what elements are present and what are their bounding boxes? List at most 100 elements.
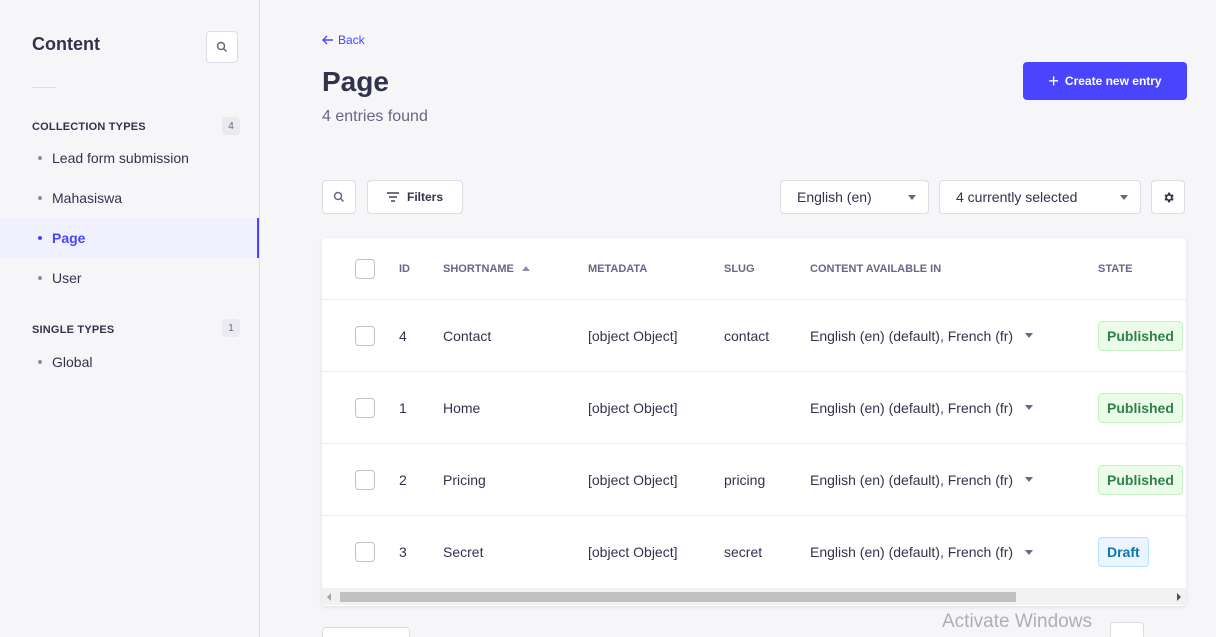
row-checkbox[interactable]	[355, 469, 375, 490]
sidebar-item-label: Lead form submission	[52, 150, 189, 166]
chevron-down-icon	[1025, 405, 1034, 410]
cell-id: 4	[399, 327, 407, 344]
column-header-state: STATE	[1098, 262, 1133, 275]
table-search-button[interactable]	[322, 180, 356, 214]
cell-slug: pricing	[724, 471, 766, 488]
create-button-label: Create new entry	[1064, 74, 1162, 88]
column-header-shortname[interactable]: SHORTNAME	[443, 238, 530, 299]
collection-types-count: 4	[222, 117, 240, 135]
row-checkbox[interactable]	[355, 325, 375, 346]
chevron-down-icon	[1025, 333, 1034, 338]
languages-value: English (en) (default), French (fr)	[810, 471, 1014, 488]
cell-id: 2	[399, 471, 407, 488]
cell-languages-dropdown[interactable]: English (en) (default), French (fr)	[810, 516, 1034, 588]
sidebar-item-page[interactable]: Page	[0, 218, 259, 258]
cell-state: Published	[1098, 444, 1183, 515]
scroll-left-arrow-icon[interactable]	[327, 593, 331, 601]
row-select-cell	[355, 300, 375, 371]
view-settings-button[interactable]	[1151, 180, 1185, 214]
status-badge: Draft	[1098, 537, 1149, 567]
locale-value: English (en)	[797, 189, 872, 205]
shortname-header-label: SHORTNAME	[443, 262, 514, 275]
bullet-icon	[38, 156, 42, 160]
sidebar-item-label: Global	[52, 354, 93, 370]
chevron-down-icon	[1120, 194, 1128, 200]
sidebar-item-label: Mahasiswa	[52, 190, 123, 206]
cell-id: 1	[399, 399, 407, 416]
cell-slug: secret	[724, 544, 763, 560]
pagination-control[interactable]	[1110, 622, 1144, 637]
status-badge: Published	[1098, 392, 1183, 423]
entries-count: 4 entries found	[322, 108, 428, 125]
row-checkbox[interactable]	[355, 397, 375, 418]
status-badge: Published	[1098, 320, 1183, 351]
search-icon	[216, 41, 228, 53]
column-header-metadata[interactable]: METADATA	[588, 238, 647, 299]
scrollbar-thumb[interactable]	[340, 592, 1016, 602]
table-row[interactable]: 3 Secret [object Object] secret English …	[322, 516, 1186, 588]
cell-languages-dropdown[interactable]: English (en) (default), French (fr)	[810, 444, 1034, 515]
columns-value: 4 currently selected	[956, 189, 1078, 205]
horizontal-scrollbar[interactable]	[322, 588, 1186, 605]
cell-metadata: [object Object]	[588, 544, 678, 560]
sidebar-search-button[interactable]	[206, 31, 238, 63]
plus-icon: +	[1048, 71, 1059, 91]
cell-state: Published	[1098, 372, 1183, 443]
row-select-cell	[355, 372, 375, 443]
header-cell-select	[355, 238, 375, 299]
cell-metadata: [object Object]	[588, 399, 678, 416]
locale-select[interactable]: English (en)	[780, 180, 929, 214]
create-new-entry-button[interactable]: + Create new entry	[1023, 62, 1187, 100]
columns-select[interactable]: 4 currently selected	[939, 180, 1141, 214]
arrow-left-icon	[322, 35, 333, 45]
sidebar-item-user[interactable]: User	[0, 258, 259, 298]
cell-metadata: [object Object]	[588, 471, 678, 488]
row-select-cell	[355, 516, 375, 588]
content-sidebar: Content COLLECTION TYPES 4 Lead form sub…	[0, 0, 260, 637]
cell-shortname: Home	[443, 399, 481, 416]
sidebar-title: Content	[32, 34, 100, 54]
cell-metadata: [object Object]	[588, 327, 678, 344]
sidebar-item-label: Page	[52, 230, 86, 246]
languages-value: English (en) (default), French (fr)	[810, 544, 1014, 560]
table-row[interactable]: 1 Home [object Object] English (en) (def…	[322, 372, 1186, 444]
sidebar-item-lead-form-submission[interactable]: Lead form submission	[0, 138, 259, 178]
search-icon	[333, 191, 345, 203]
back-link[interactable]: Back	[322, 33, 365, 47]
cell-shortname: Secret	[443, 544, 484, 560]
page-size-select[interactable]	[322, 627, 410, 637]
cell-languages-dropdown[interactable]: English (en) (default), French (fr)	[810, 372, 1034, 443]
languages-value: English (en) (default), French (fr)	[810, 399, 1014, 416]
table-row[interactable]: 2 Pricing [object Object] pricing Englis…	[322, 444, 1186, 516]
filters-button[interactable]: Filters	[367, 180, 463, 214]
column-header-id[interactable]: ID	[399, 238, 410, 299]
languages-value: English (en) (default), French (fr)	[810, 327, 1014, 344]
single-types-count: 1	[222, 319, 240, 337]
sort-ascending-icon	[521, 266, 530, 271]
table-row[interactable]: 4 Contact [object Object] contact Englis…	[322, 300, 1186, 372]
chevron-down-icon	[1025, 549, 1034, 555]
cell-shortname: Pricing	[443, 471, 486, 488]
activate-windows-watermark: Activate Windows	[942, 611, 1092, 632]
table-header-row: ID SHORTNAME METADATA SLUG CONTENT AVAIL…	[322, 238, 1186, 300]
sidebar-item-mahasiswa[interactable]: Mahasiswa	[0, 178, 259, 218]
cell-shortname: Contact	[443, 327, 492, 344]
sidebar-item-label: User	[52, 270, 82, 286]
filter-icon	[386, 192, 399, 202]
page-title: Page	[322, 66, 389, 97]
column-header-slug[interactable]: SLUG	[724, 238, 755, 299]
sidebar-divider	[32, 87, 56, 88]
back-label: Back	[338, 33, 365, 47]
filters-label: Filters	[406, 190, 443, 204]
row-checkbox[interactable]	[355, 542, 375, 562]
cell-languages-dropdown[interactable]: English (en) (default), French (fr)	[810, 300, 1034, 371]
cell-id: 3	[399, 544, 407, 560]
cell-slug: contact	[724, 327, 770, 344]
section-single-types: SINGLE TYPES	[32, 324, 115, 336]
bullet-icon	[38, 360, 42, 364]
gear-icon	[1163, 192, 1174, 202]
scroll-right-arrow-icon[interactable]	[1177, 593, 1181, 601]
sidebar-item-global[interactable]: Global	[0, 342, 259, 382]
select-all-checkbox[interactable]	[355, 258, 375, 279]
bullet-icon	[38, 236, 42, 240]
